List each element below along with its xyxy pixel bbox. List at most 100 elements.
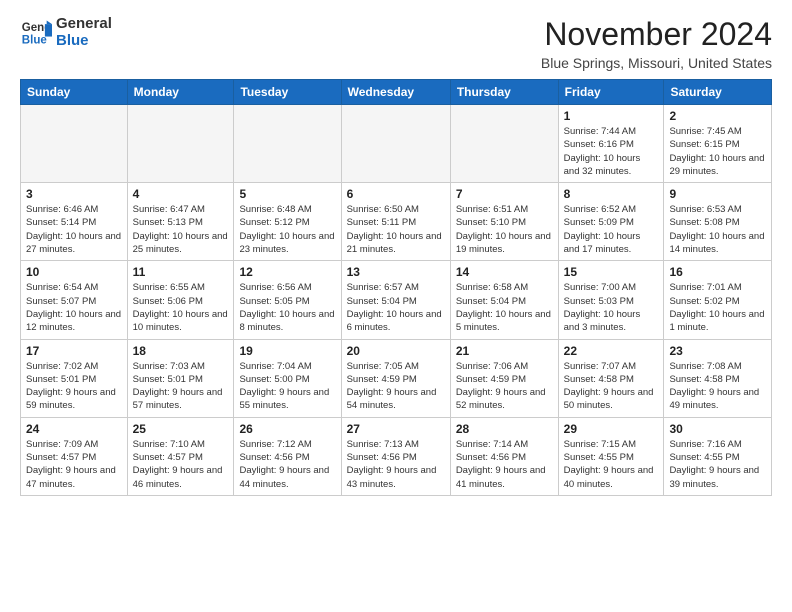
day-number: 1 bbox=[564, 109, 659, 123]
day-info: Sunrise: 7:03 AM Sunset: 5:01 PM Dayligh… bbox=[133, 360, 229, 413]
day-info: Sunrise: 6:56 AM Sunset: 5:05 PM Dayligh… bbox=[239, 281, 335, 334]
month-title: November 2024 bbox=[541, 16, 772, 53]
day-info: Sunrise: 7:06 AM Sunset: 4:59 PM Dayligh… bbox=[456, 360, 553, 413]
logo: General Blue General Blue bbox=[20, 16, 112, 49]
day-info: Sunrise: 7:07 AM Sunset: 4:58 PM Dayligh… bbox=[564, 360, 659, 413]
calendar-cell: 3 Sunrise: 6:46 AM Sunset: 5:14 PM Daylig… bbox=[21, 183, 128, 261]
calendar-cell: 24 Sunrise: 7:09 AM Sunset: 4:57 PM Dayli… bbox=[21, 417, 128, 495]
day-info: Sunrise: 7:09 AM Sunset: 4:57 PM Dayligh… bbox=[26, 438, 122, 491]
day-number: 13 bbox=[347, 265, 445, 279]
day-number: 16 bbox=[669, 265, 766, 279]
col-header-sunday: Sunday bbox=[21, 80, 128, 105]
calendar-cell: 5 Sunrise: 6:48 AM Sunset: 5:12 PM Daylig… bbox=[234, 183, 341, 261]
day-number: 22 bbox=[564, 344, 659, 358]
day-number: 2 bbox=[669, 109, 766, 123]
calendar-cell: 19Sunrise: 7:04 AM Sunset: 5:00 PM Dayli… bbox=[234, 339, 341, 417]
calendar-cell bbox=[234, 105, 341, 183]
day-info: Sunrise: 6:58 AM Sunset: 5:04 PM Dayligh… bbox=[456, 281, 553, 334]
calendar-cell bbox=[450, 105, 558, 183]
calendar-cell bbox=[341, 105, 450, 183]
calendar-cell: 1 Sunrise: 7:44 AM Sunset: 6:16 PM Daylig… bbox=[558, 105, 664, 183]
day-info: Sunrise: 7:10 AM Sunset: 4:57 PM Dayligh… bbox=[133, 438, 229, 491]
col-header-tuesday: Tuesday bbox=[234, 80, 341, 105]
calendar-cell bbox=[21, 105, 128, 183]
day-info: Sunrise: 7:13 AM Sunset: 4:56 PM Dayligh… bbox=[347, 438, 445, 491]
day-info: Sunrise: 6:53 AM Sunset: 5:08 PM Dayligh… bbox=[669, 203, 766, 256]
calendar-cell: 9 Sunrise: 6:53 AM Sunset: 5:08 PM Daylig… bbox=[664, 183, 772, 261]
calendar-cell: 13 Sunrise: 6:57 AM Sunset: 5:04 PM Dayli… bbox=[341, 261, 450, 339]
day-info: Sunrise: 7:44 AM Sunset: 6:16 PM Dayligh… bbox=[564, 125, 659, 178]
day-info: Sunrise: 6:46 AM Sunset: 5:14 PM Dayligh… bbox=[26, 203, 122, 256]
col-header-thursday: Thursday bbox=[450, 80, 558, 105]
col-header-friday: Friday bbox=[558, 80, 664, 105]
day-info: Sunrise: 7:01 AM Sunset: 5:02 PM Dayligh… bbox=[669, 281, 766, 334]
day-number: 30 bbox=[669, 422, 766, 436]
week-row-4: 17 Sunrise: 7:02 AM Sunset: 5:01 PM Dayli… bbox=[21, 339, 772, 417]
day-info: Sunrise: 7:15 AM Sunset: 4:55 PM Dayligh… bbox=[564, 438, 659, 491]
day-info: Sunrise: 7:12 AM Sunset: 4:56 PM Dayligh… bbox=[239, 438, 335, 491]
week-row-2: 3 Sunrise: 6:46 AM Sunset: 5:14 PM Daylig… bbox=[21, 183, 772, 261]
day-info: Sunrise: 7:14 AM Sunset: 4:56 PM Dayligh… bbox=[456, 438, 553, 491]
day-info: Sunrise: 6:51 AM Sunset: 5:10 PM Dayligh… bbox=[456, 203, 553, 256]
day-number: 7 bbox=[456, 187, 553, 201]
day-info: Sunrise: 6:54 AM Sunset: 5:07 PM Dayligh… bbox=[26, 281, 122, 334]
week-row-5: 24 Sunrise: 7:09 AM Sunset: 4:57 PM Dayli… bbox=[21, 417, 772, 495]
calendar-header-row: SundayMondayTuesdayWednesdayThursdayFrid… bbox=[21, 80, 772, 105]
calendar-cell: 14 Sunrise: 6:58 AM Sunset: 5:04 PM Dayli… bbox=[450, 261, 558, 339]
day-info: Sunrise: 7:00 AM Sunset: 5:03 PM Dayligh… bbox=[564, 281, 659, 334]
calendar-cell: 27Sunrise: 7:13 AM Sunset: 4:56 PM Dayli… bbox=[341, 417, 450, 495]
day-number: 24 bbox=[26, 422, 122, 436]
calendar-cell: 23 Sunrise: 7:08 AM Sunset: 4:58 PM Dayli… bbox=[664, 339, 772, 417]
calendar-cell: 15Sunrise: 7:00 AM Sunset: 5:03 PM Dayli… bbox=[558, 261, 664, 339]
calendar-cell: 11Sunrise: 6:55 AM Sunset: 5:06 PM Dayli… bbox=[127, 261, 234, 339]
day-number: 5 bbox=[239, 187, 335, 201]
day-number: 20 bbox=[347, 344, 445, 358]
day-number: 26 bbox=[239, 422, 335, 436]
calendar-cell: 17 Sunrise: 7:02 AM Sunset: 5:01 PM Dayli… bbox=[21, 339, 128, 417]
day-number: 6 bbox=[347, 187, 445, 201]
week-row-1: 1 Sunrise: 7:44 AM Sunset: 6:16 PM Daylig… bbox=[21, 105, 772, 183]
day-info: Sunrise: 6:48 AM Sunset: 5:12 PM Dayligh… bbox=[239, 203, 335, 256]
calendar-cell: 7 Sunrise: 6:51 AM Sunset: 5:10 PM Daylig… bbox=[450, 183, 558, 261]
day-info: Sunrise: 6:57 AM Sunset: 5:04 PM Dayligh… bbox=[347, 281, 445, 334]
calendar-cell: 18 Sunrise: 7:03 AM Sunset: 5:01 PM Dayli… bbox=[127, 339, 234, 417]
calendar-cell: 30Sunrise: 7:16 AM Sunset: 4:55 PM Dayli… bbox=[664, 417, 772, 495]
title-block: November 2024 Blue Springs, Missouri, Un… bbox=[541, 16, 772, 71]
day-number: 21 bbox=[456, 344, 553, 358]
logo-general-text: General bbox=[56, 16, 112, 33]
day-number: 3 bbox=[26, 187, 122, 201]
logo-blue-text: Blue bbox=[56, 33, 112, 50]
day-number: 23 bbox=[669, 344, 766, 358]
calendar-cell: 26 Sunrise: 7:12 AM Sunset: 4:56 PM Dayli… bbox=[234, 417, 341, 495]
calendar-cell: 8 Sunrise: 6:52 AM Sunset: 5:09 PM Daylig… bbox=[558, 183, 664, 261]
logo-icon: General Blue bbox=[20, 17, 52, 49]
calendar-cell: 10 Sunrise: 6:54 AM Sunset: 5:07 PM Dayli… bbox=[21, 261, 128, 339]
day-number: 4 bbox=[133, 187, 229, 201]
col-header-saturday: Saturday bbox=[664, 80, 772, 105]
day-number: 9 bbox=[669, 187, 766, 201]
day-number: 17 bbox=[26, 344, 122, 358]
col-header-monday: Monday bbox=[127, 80, 234, 105]
day-info: Sunrise: 6:50 AM Sunset: 5:11 PM Dayligh… bbox=[347, 203, 445, 256]
day-number: 14 bbox=[456, 265, 553, 279]
day-info: Sunrise: 7:02 AM Sunset: 5:01 PM Dayligh… bbox=[26, 360, 122, 413]
day-number: 10 bbox=[26, 265, 122, 279]
day-info: Sunrise: 6:52 AM Sunset: 5:09 PM Dayligh… bbox=[564, 203, 659, 256]
day-info: Sunrise: 7:05 AM Sunset: 4:59 PM Dayligh… bbox=[347, 360, 445, 413]
day-number: 18 bbox=[133, 344, 229, 358]
calendar-cell: 22 Sunrise: 7:07 AM Sunset: 4:58 PM Dayli… bbox=[558, 339, 664, 417]
calendar-cell: 6 Sunrise: 6:50 AM Sunset: 5:11 PM Daylig… bbox=[341, 183, 450, 261]
day-number: 8 bbox=[564, 187, 659, 201]
calendar-cell: 2Sunrise: 7:45 AM Sunset: 6:15 PM Daylig… bbox=[664, 105, 772, 183]
calendar-cell: 12Sunrise: 6:56 AM Sunset: 5:05 PM Dayli… bbox=[234, 261, 341, 339]
calendar-cell: 4 Sunrise: 6:47 AM Sunset: 5:13 PM Daylig… bbox=[127, 183, 234, 261]
header: General Blue General Blue November 2024 … bbox=[20, 16, 772, 71]
calendar-table: SundayMondayTuesdayWednesdayThursdayFrid… bbox=[20, 79, 772, 496]
day-info: Sunrise: 6:47 AM Sunset: 5:13 PM Dayligh… bbox=[133, 203, 229, 256]
calendar-cell: 28Sunrise: 7:14 AM Sunset: 4:56 PM Dayli… bbox=[450, 417, 558, 495]
col-header-wednesday: Wednesday bbox=[341, 80, 450, 105]
day-info: Sunrise: 7:08 AM Sunset: 4:58 PM Dayligh… bbox=[669, 360, 766, 413]
day-number: 25 bbox=[133, 422, 229, 436]
calendar-cell: 20 Sunrise: 7:05 AM Sunset: 4:59 PM Dayli… bbox=[341, 339, 450, 417]
day-number: 19 bbox=[239, 344, 335, 358]
